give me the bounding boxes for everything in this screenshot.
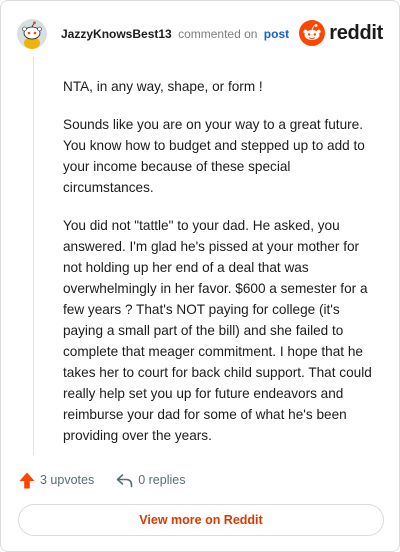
snoo-avatar-icon[interactable] bbox=[17, 19, 47, 49]
comment-paragraph: You did not "tattle" to your dad. He ask… bbox=[63, 218, 372, 443]
reddit-wordmark: reddit bbox=[329, 21, 383, 44]
reply-count: 0 replies bbox=[138, 473, 186, 487]
embedded-comment-card: JazzyKnowsBest13 commented on post reddi… bbox=[0, 0, 400, 552]
comment-body: NTA, in any way, shape, or form ! Sounds… bbox=[63, 76, 377, 463]
upvote-button[interactable]: 3 upvotes bbox=[19, 472, 94, 489]
view-more-button[interactable]: View more on Reddit bbox=[18, 504, 384, 536]
reddit-brand[interactable]: reddit bbox=[299, 20, 383, 46]
commented-on-label: commented on bbox=[178, 27, 258, 41]
upvote-arrow-icon bbox=[19, 472, 35, 489]
post-link[interactable]: post bbox=[264, 27, 289, 41]
reply-arrow-icon bbox=[116, 473, 133, 488]
upvote-count: 3 upvotes bbox=[40, 473, 95, 487]
comment-meta: JazzyKnowsBest13 commented on post bbox=[61, 27, 289, 41]
comment-actions: 3 upvotes 0 replies bbox=[19, 469, 185, 491]
comment-header: JazzyKnowsBest13 commented on post reddi… bbox=[17, 19, 383, 49]
comment-paragraph: NTA, in any way, shape, or form ! bbox=[63, 79, 263, 94]
thread-line bbox=[33, 57, 34, 455]
comment-paragraph: Sounds like you are on your way to a gre… bbox=[63, 117, 365, 195]
username-link[interactable]: JazzyKnowsBest13 bbox=[61, 27, 172, 41]
reddit-logo-icon bbox=[299, 20, 326, 46]
reply-button[interactable]: 0 replies bbox=[116, 473, 185, 488]
